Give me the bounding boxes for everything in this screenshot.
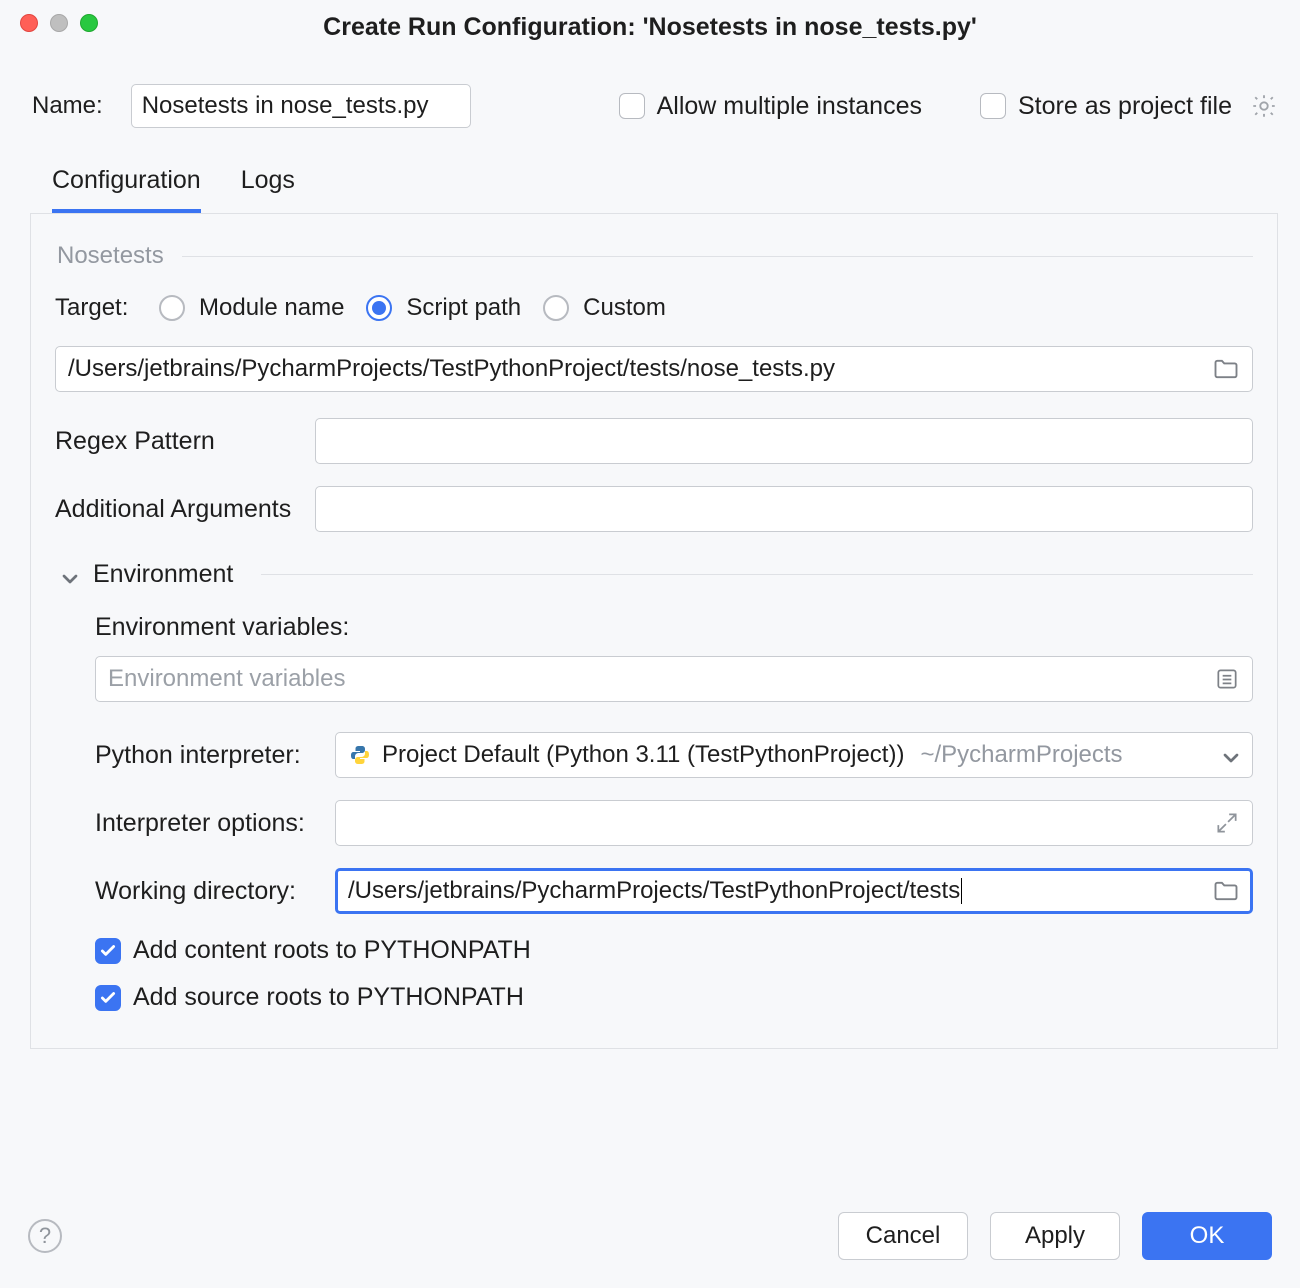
- args-label: Additional Arguments: [55, 495, 315, 524]
- tab-logs[interactable]: Logs: [241, 166, 295, 213]
- apply-button[interactable]: Apply: [990, 1212, 1120, 1260]
- radio-custom-label: Custom: [583, 294, 666, 322]
- name-input[interactable]: Nosetests in nose_tests.py: [131, 84, 471, 128]
- nosetests-section-title: Nosetests: [57, 242, 164, 270]
- allow-multiple-checkbox[interactable]: [619, 93, 645, 119]
- environment-title: Environment: [93, 560, 233, 589]
- radio-module-name-label: Module name: [199, 294, 344, 322]
- python-icon: [348, 743, 372, 767]
- name-input-value: Nosetests in nose_tests.py: [142, 92, 429, 120]
- env-vars-placeholder: Environment variables: [108, 665, 345, 693]
- window-title: Create Run Configuration: 'Nosetests in …: [323, 13, 977, 42]
- env-vars-label: Environment variables:: [95, 613, 1253, 642]
- name-label: Name:: [32, 92, 103, 120]
- radio-module-name[interactable]: [159, 295, 185, 321]
- gear-icon[interactable]: [1250, 92, 1278, 120]
- target-path-input[interactable]: /Users/jetbrains/PycharmProjects/TestPyt…: [55, 346, 1253, 392]
- interpreter-select[interactable]: Project Default (Python 3.11 (TestPython…: [335, 732, 1253, 778]
- expand-icon[interactable]: [1214, 810, 1240, 836]
- titlebar: Create Run Configuration: 'Nosetests in …: [0, 0, 1300, 54]
- chevron-down-icon: [1222, 746, 1240, 764]
- add-source-roots-checkbox[interactable]: [95, 985, 121, 1011]
- minimize-icon[interactable]: [50, 14, 68, 32]
- regex-input[interactable]: [315, 418, 1253, 464]
- target-path-value: /Users/jetbrains/PycharmProjects/TestPyt…: [68, 355, 835, 383]
- args-input[interactable]: [315, 486, 1253, 532]
- env-vars-list-icon[interactable]: [1214, 666, 1240, 692]
- store-as-project-checkbox[interactable]: [980, 93, 1006, 119]
- add-source-roots-label: Add source roots to PYTHONPATH: [133, 983, 524, 1012]
- working-dir-label: Working directory:: [95, 877, 335, 906]
- help-button[interactable]: ?: [28, 1219, 62, 1253]
- add-content-roots-checkbox[interactable]: [95, 938, 121, 964]
- interpreter-label: Python interpreter:: [95, 741, 335, 770]
- working-dir-input[interactable]: /Users/jetbrains/PycharmProjects/TestPyt…: [335, 868, 1253, 914]
- environment-expander[interactable]: Environment: [61, 560, 1253, 589]
- tab-bar: Configuration Logs: [0, 138, 1300, 213]
- browse-working-dir-folder-icon[interactable]: [1212, 877, 1240, 905]
- radio-custom[interactable]: [543, 295, 569, 321]
- interpreter-value: Project Default (Python 3.11 (TestPython…: [382, 741, 904, 769]
- radio-script-path[interactable]: [366, 295, 392, 321]
- radio-script-path-label: Script path: [406, 294, 521, 322]
- chevron-down-icon: [61, 566, 79, 584]
- allow-multiple-label: Allow multiple instances: [657, 92, 922, 121]
- maximize-icon[interactable]: [80, 14, 98, 32]
- interpreter-options-input[interactable]: [335, 800, 1253, 846]
- close-icon[interactable]: [20, 14, 38, 32]
- cancel-button[interactable]: Cancel: [838, 1212, 968, 1260]
- interpreter-options-label: Interpreter options:: [95, 809, 335, 838]
- window-controls: [20, 14, 98, 32]
- browse-target-folder-icon[interactable]: [1212, 355, 1240, 383]
- regex-label: Regex Pattern: [55, 427, 315, 456]
- tab-configuration[interactable]: Configuration: [52, 166, 201, 213]
- working-dir-value: /Users/jetbrains/PycharmProjects/TestPyt…: [348, 877, 960, 905]
- env-vars-input[interactable]: Environment variables: [95, 656, 1253, 702]
- add-content-roots-label: Add content roots to PYTHONPATH: [133, 936, 531, 965]
- text-caret: [961, 878, 962, 904]
- store-as-project-label: Store as project file: [1018, 92, 1232, 121]
- ok-button[interactable]: OK: [1142, 1212, 1272, 1260]
- configuration-panel: Nosetests Target: Module name Script pat…: [30, 214, 1278, 1049]
- target-label: Target:: [55, 294, 145, 322]
- interpreter-path-hint: ~/PycharmProjects: [920, 741, 1122, 769]
